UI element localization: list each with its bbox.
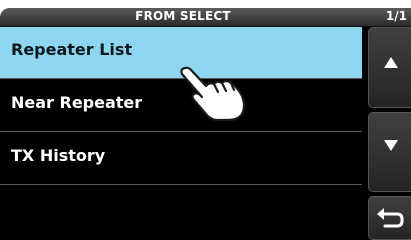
pointing-hand-icon bbox=[180, 66, 246, 122]
back-button[interactable] bbox=[368, 196, 411, 240]
scroll-down-button[interactable] bbox=[368, 112, 411, 192]
display-panel: FROM SELECT 1/1 Repeater List Near Repea… bbox=[0, 8, 411, 240]
list-item-label: Near Repeater bbox=[11, 93, 143, 112]
return-arrow-icon bbox=[377, 208, 404, 228]
page-counter: 1/1 bbox=[385, 9, 407, 23]
list-item-label: Repeater List bbox=[11, 40, 133, 59]
triangle-down-icon bbox=[384, 140, 398, 151]
scroll-up-button[interactable] bbox=[368, 27, 411, 108]
title-bar: FROM SELECT 1/1 bbox=[0, 8, 411, 27]
from-select-screen: FROM SELECT 1/1 Repeater List Near Repea… bbox=[0, 0, 411, 240]
triangle-up-icon bbox=[384, 57, 398, 68]
list-item-empty bbox=[0, 186, 362, 240]
list-item-tx-history[interactable]: TX History bbox=[0, 133, 362, 185]
from-select-list: Repeater List Near Repeater TX History bbox=[0, 27, 362, 240]
list-item-label: TX History bbox=[11, 146, 106, 165]
screen-title: FROM SELECT bbox=[135, 9, 231, 23]
